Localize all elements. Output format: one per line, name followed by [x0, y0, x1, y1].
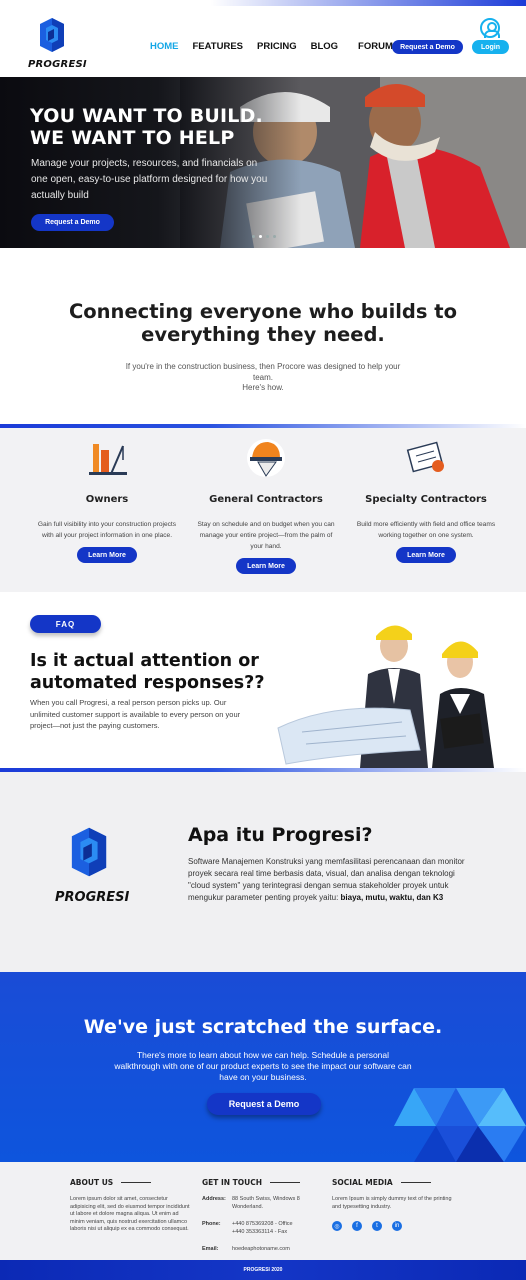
role-text-owners: Gain full visibility into your construct… — [37, 521, 177, 539]
role-text-specialty-contractors: Build more efficiently with field and of… — [356, 521, 496, 539]
site-footer: ABOUT US Lorem ipsum dolor sit amet, con… — [0, 1162, 526, 1260]
about-title: Apa itu Progresi? — [188, 824, 373, 846]
faq-badge[interactable]: FAQ — [30, 615, 101, 633]
footer-contact-column: GET IN TOUCH Address: 88 South Swiss, Wi… — [202, 1178, 322, 1264]
contact-email-value[interactable]: hoedeaphotoname.com — [232, 1246, 290, 1254]
learn-more-general-contractors-button[interactable]: Learn More — [236, 558, 296, 574]
social-links: ◎ f t in — [332, 1221, 452, 1231]
hero-title-line2: WE WANT TO HELP — [30, 127, 235, 149]
progresi-logo-large-icon — [71, 827, 107, 877]
about-progresi-section: PROGRESI Apa itu Progresi? Software Mana… — [0, 772, 526, 972]
role-title-owners: Owners — [85, 494, 129, 505]
progresi-logo-icon — [40, 18, 64, 52]
user-circle-icon[interactable] — [480, 18, 500, 38]
learn-more-owners-button[interactable]: Learn More — [77, 547, 137, 563]
logo-text: PROGRESI — [28, 59, 87, 70]
footer-social-column: SOCIAL MEDIA Lorem Ipsum is simply dummy… — [332, 1178, 452, 1231]
about-text-bold: biaya, mutu, waktu, dan K3 — [340, 893, 444, 902]
linkedin-icon[interactable]: in — [392, 1221, 402, 1231]
main-nav: HOME FEATURES PRICING BLOG FORUM — [150, 41, 407, 52]
role-card-owners: Owners Gain full visibility into your co… — [27, 436, 187, 563]
cta-text: There's more to learn about how we can h… — [114, 1050, 412, 1082]
connecting-text-line: If you're in the construction business, … — [125, 362, 401, 382]
hard-hat-icon — [244, 436, 288, 480]
construction-site-icon — [85, 436, 129, 480]
contact-email: Email: hoedeaphotoname.com — [202, 1246, 322, 1254]
connecting-text: If you're in the construction business, … — [115, 362, 411, 394]
nav-blog[interactable]: BLOG — [311, 41, 338, 52]
contact-address: Address: 88 South Swiss, Windows 8 Wonde… — [202, 1196, 322, 1211]
role-title-general-contractors: General Contractors — [209, 494, 323, 505]
brand-logo[interactable]: PROGRESI — [28, 16, 87, 74]
contact-address-value: 88 South Swiss, Windows 8 Wonderland. — [232, 1196, 300, 1210]
copyright-bar: PROGRESI 2020 — [0, 1260, 526, 1280]
header-request-demo-button[interactable]: Request a Demo — [392, 40, 463, 54]
role-title-specialty-contractors: Specialty Contractors — [365, 494, 487, 505]
cta-section: We've just scratched the surface. There'… — [0, 972, 526, 1162]
connecting-section: Connecting everyone who builds to everyt… — [0, 248, 526, 424]
connecting-text-line2: Here's how. — [242, 383, 284, 392]
about-logo-text: PROGRESI — [55, 890, 130, 905]
login-button[interactable]: Login — [472, 40, 509, 54]
contact-phone-label: Phone: — [202, 1221, 221, 1227]
hero-subtitle: Manage your projects, resources, and fin… — [31, 158, 268, 201]
facebook-icon[interactable]: f — [352, 1221, 362, 1231]
nav-pricing[interactable]: PRICING — [257, 41, 297, 52]
instagram-icon[interactable]: ◎ — [332, 1221, 342, 1231]
carousel-dot[interactable] — [266, 235, 269, 238]
cta-request-demo-button[interactable]: Request a Demo — [207, 1093, 321, 1115]
carousel-dot[interactable] — [252, 235, 255, 238]
footer-social-text: Lorem Ipsum is simply dummy text of the … — [332, 1196, 452, 1210]
about-logo: PROGRESI — [55, 824, 129, 908]
about-text: Software Manajemen Konstruksi yang memfa… — [188, 856, 478, 904]
faq-text: When you call Progresi, a real person pe… — [30, 698, 241, 730]
carousel-dot[interactable] — [273, 235, 276, 238]
twitter-icon[interactable]: t — [372, 1221, 382, 1231]
triangle-pattern-graphic — [394, 1088, 526, 1162]
nav-forum[interactable]: FORUM — [358, 41, 393, 52]
contact-address-label: Address: — [202, 1196, 226, 1202]
footer-social-title: SOCIAL MEDIA — [332, 1178, 452, 1187]
footer-contact-title: GET IN TOUCH — [202, 1178, 322, 1187]
learn-more-specialty-contractors-button[interactable]: Learn More — [396, 547, 456, 563]
role-text-general-contractors: Stay on schedule and on budget when you … — [197, 521, 335, 550]
carousel-dot-active[interactable] — [259, 235, 262, 238]
contact-phone: Phone: +440 875369208 - Office +440 3533… — [202, 1221, 322, 1236]
roles-section: Owners Gain full visibility into your co… — [0, 428, 526, 592]
footer-about-title: ABOUT US — [70, 1178, 190, 1187]
carousel-dots — [252, 235, 276, 238]
footer-about-column: ABOUT US Lorem ipsum dolor sit amet, con… — [70, 1178, 190, 1234]
faq-section: FAQ Is it actual attention or automated … — [0, 592, 526, 768]
hero-title: YOU WANT TO BUILD. WE WANT TO HELP — [30, 105, 263, 149]
contact-phone-value: +440 875369208 - Office +440 353363114 -… — [232, 1221, 293, 1235]
footer-about-text: Lorem ipsum dolor sit amet, consectetur … — [70, 1196, 190, 1232]
hero-banner: YOU WANT TO BUILD. WE WANT TO HELP Manag… — [0, 77, 526, 248]
hero-request-demo-button[interactable]: Request a Demo — [31, 214, 114, 231]
site-header: PROGRESI HOME FEATURES PRICING BLOG FORU… — [0, 6, 526, 77]
role-card-specialty-contractors: Specialty Contractors Build more efficie… — [346, 436, 506, 563]
nav-home[interactable]: HOME — [150, 41, 179, 52]
engineers-photo — [277, 625, 494, 768]
blueprint-icon — [404, 436, 448, 480]
hero-title-line1: YOU WANT TO BUILD. — [30, 105, 263, 127]
role-card-general-contractors: General Contractors Stay on schedule and… — [186, 436, 346, 574]
cta-title: We've just scratched the surface. — [83, 1016, 443, 1038]
connecting-title: Connecting everyone who builds to everyt… — [68, 300, 458, 346]
contact-email-label: Email: — [202, 1246, 219, 1252]
nav-features[interactable]: FEATURES — [193, 41, 244, 52]
copyright-text: PROGRESI 2020 — [243, 1267, 283, 1273]
footer-contact-list: Address: 88 South Swiss, Windows 8 Wonde… — [202, 1196, 322, 1254]
